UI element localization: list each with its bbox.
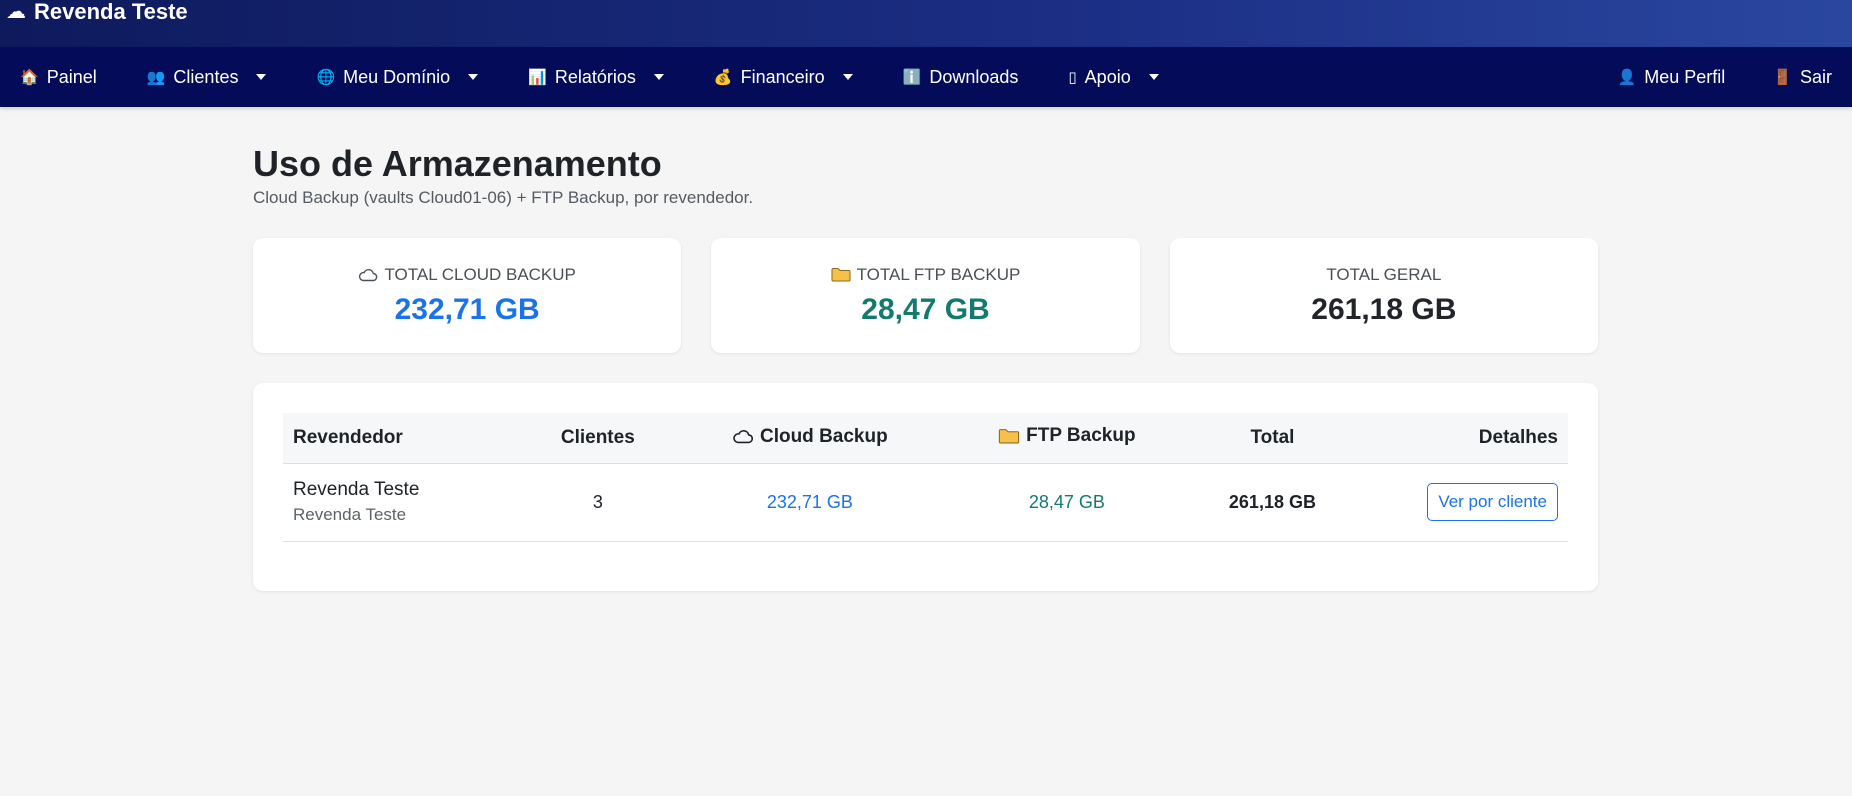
nav-clientes[interactable]: 👥 Clientes [147, 67, 267, 88]
chevron-down-icon [653, 74, 664, 80]
chevron-down-icon [1148, 74, 1159, 80]
chevron-down-icon [256, 74, 267, 80]
main-navbar: 🏠 Painel 👥 Clientes 🌐 Meu Domínio 📊 Rela… [0, 47, 1852, 107]
col-details: Detalhes [1349, 413, 1568, 464]
folder-icon [831, 268, 851, 282]
nav-relatorios-label: Relatórios [554, 66, 636, 87]
brand-bar: ☁ Revenda Teste [0, 0, 1852, 47]
page-title: Uso de Armazenamento [253, 143, 662, 184]
info-icon: ℹ️ [902, 69, 922, 86]
brand-logo[interactable]: ☁ Revenda Teste [6, 0, 188, 25]
table-row: Revenda Teste Revenda Teste 3 232,71 GB … [283, 463, 1568, 542]
nav-apoio[interactable]: ▯ Apoio [1068, 66, 1159, 88]
nav-relatorios[interactable]: 📊 Relatórios [528, 67, 664, 88]
user-icon: 👤 [1617, 69, 1637, 86]
door-icon: 🚪 [1773, 69, 1792, 86]
nav-painel-label: Painel [46, 66, 97, 87]
chevron-down-icon [468, 74, 479, 80]
page-subtitle: Cloud Backup (vaults Cloud01-06) + FTP B… [253, 188, 754, 207]
col-cloud[interactable]: Cloud Backup [681, 413, 939, 464]
nav-meu-perfil-label: Meu Perfil [1644, 66, 1726, 87]
globe-icon: 🌐 [316, 69, 336, 86]
home-icon: 🏠 [20, 69, 39, 86]
summary-card-total: TOTAL GERAL 261,18 GB [1169, 238, 1598, 353]
summary-ftp-label: TOTAL FTP BACKUP [856, 264, 1021, 284]
nav-apoio-label: Apoio [1084, 66, 1131, 87]
nav-painel[interactable]: 🏠 Painel [20, 67, 97, 88]
summary-ftp-value: 28,47 GB [861, 292, 990, 326]
col-ftp[interactable]: FTP Backup [938, 413, 1196, 464]
cell-details: Ver por cliente [1349, 463, 1568, 542]
nav-financeiro-label: Financeiro [740, 66, 825, 87]
nav-meu-dominio[interactable]: 🌐 Meu Domínio [316, 66, 479, 88]
cell-clients: 3 [514, 463, 682, 542]
nav-meu-perfil[interactable]: 👤 Meu Perfil [1618, 67, 1726, 88]
nav-sair-label: Sair [1799, 66, 1832, 87]
nav-clientes-label: Clientes [173, 66, 239, 87]
col-ftp-label: FTP Backup [1026, 425, 1136, 447]
reseller-usage-table: Revendedor Clientes Cloud Backup FTP Bac… [283, 413, 1568, 542]
col-cloud-label: Cloud Backup [759, 425, 888, 447]
nav-meu-dominio-label: Meu Domínio [343, 66, 451, 87]
bar-chart-icon: 📊 [528, 69, 547, 86]
cloud-icon [359, 268, 378, 281]
cell-ftp: 28,47 GB [938, 463, 1196, 542]
chevron-down-icon [842, 74, 853, 80]
summary-card-ftp: TOTAL FTP BACKUP 28,47 GB [711, 238, 1140, 353]
nav-downloads-label: Downloads [929, 66, 1019, 87]
nav-downloads[interactable]: ℹ️ Downloads [903, 67, 1019, 88]
summary-total-label: TOTAL GERAL [1326, 264, 1442, 284]
main-content: Uso de Armazenamento Cloud Backup (vault… [253, 142, 1598, 591]
reseller-subtitle: Revenda Teste [293, 505, 407, 524]
table-header-row: Revendedor Clientes Cloud Backup FTP Bac… [283, 413, 1568, 464]
col-total[interactable]: Total [1195, 413, 1350, 464]
nav-sair[interactable]: 🚪 Sair [1773, 67, 1832, 88]
cloud-icon [733, 430, 754, 444]
col-reseller[interactable]: Revendedor [283, 413, 515, 464]
summary-cloud-label: TOTAL CLOUD BACKUP [384, 264, 576, 284]
folder-icon [998, 429, 1020, 444]
money-bag-icon: 💰 [713, 69, 733, 86]
cell-cloud: 232,71 GB [681, 463, 939, 542]
summary-card-cloud: TOTAL CLOUD BACKUP 232,71 GB [253, 238, 682, 353]
summary-cloud-value: 232,71 GB [394, 292, 540, 326]
nav-financeiro[interactable]: 💰 Financeiro [714, 67, 853, 88]
reseller-name: Revenda Teste [293, 479, 420, 500]
brand-title: Revenda Teste [34, 0, 188, 24]
summary-total-value: 261,18 GB [1311, 292, 1457, 326]
users-icon: 👥 [146, 69, 166, 86]
cell-reseller: Revenda Teste Revenda Teste [283, 463, 515, 542]
col-clients[interactable]: Clientes [514, 413, 682, 464]
summary-cards: TOTAL CLOUD BACKUP 232,71 GB TOTAL FTP B… [253, 238, 1598, 353]
cell-total: 261,18 GB [1195, 463, 1350, 542]
view-by-client-button[interactable]: Ver por cliente [1427, 483, 1558, 521]
missing-glyph-icon: ▯ [1068, 69, 1077, 86]
cloud-icon: ☁ [6, 1, 26, 23]
reseller-usage-panel: Revendedor Clientes Cloud Backup FTP Bac… [253, 383, 1598, 591]
